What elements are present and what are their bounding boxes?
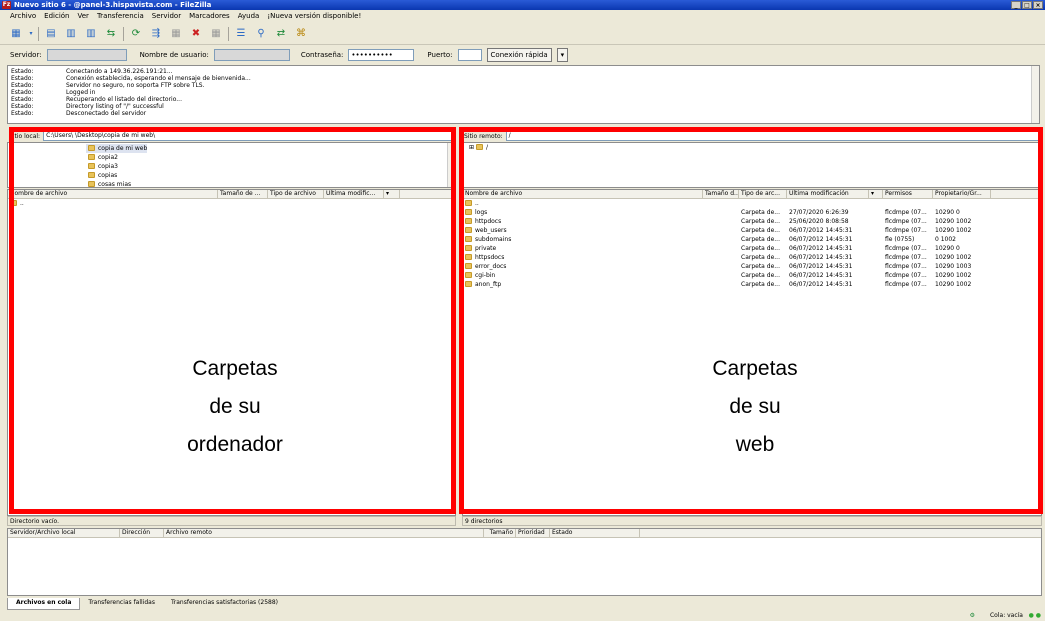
close-button[interactable]: ×: [1033, 1, 1043, 9]
disconnect-icon[interactable]: ✖: [188, 27, 204, 41]
site-manager-icon[interactable]: ▦: [8, 27, 24, 41]
maximize-button[interactable]: □: [1022, 1, 1032, 9]
menu-new-version[interactable]: ¡Nueva versión disponible!: [267, 10, 361, 23]
log-row: Estado: Servidor no seguro, no soporta FT…: [11, 82, 205, 89]
log-row: Estado: Logged in: [11, 89, 96, 96]
toggle-log-icon[interactable]: ▤: [43, 27, 59, 41]
cancel-icon[interactable]: ▦: [168, 27, 184, 41]
menu-ayuda[interactable]: Ayuda: [238, 10, 260, 23]
refresh-icon[interactable]: ⟳: [128, 27, 144, 41]
window-controls: _ □ ×: [1011, 1, 1043, 9]
menu-ver[interactable]: Ver: [78, 10, 89, 23]
port-label: Puerto:: [427, 51, 453, 59]
log-row: Estado: Conexión establecida, esperando e…: [11, 75, 251, 82]
server-label: Servidor:: [10, 51, 42, 59]
annotation-text-remote: Carpetas de su web: [712, 357, 798, 456]
log-scrollbar[interactable]: [1031, 66, 1039, 123]
quickconnect-dropdown-button[interactable]: ▾: [556, 48, 569, 62]
tab-failed[interactable]: Transferencias fallidas: [80, 598, 163, 610]
tab-queued[interactable]: Archivos en cola: [7, 598, 81, 610]
menu-edicion[interactable]: Edición: [44, 10, 69, 23]
queue-list: Servidor/Archivo local Dirección Archivo…: [7, 528, 1042, 596]
process-queue-icon[interactable]: ⇶: [148, 27, 164, 41]
binoculars-icon[interactable]: ⌘: [293, 27, 309, 41]
menu-transferencia[interactable]: Transferencia: [97, 10, 144, 23]
quickconnect-button[interactable]: Conexión rápida: [486, 48, 552, 62]
log-row: Estado: Directory listing of "/" successf…: [11, 103, 164, 110]
title-bar: Fz Nuevo sitio 6 - @panel-3.hispavista.c…: [0, 0, 1045, 10]
filezilla-logo-icon: Fz: [2, 1, 11, 9]
sync-browsing-icon[interactable]: ⇄: [273, 27, 289, 41]
toggle-remote-tree-icon[interactable]: ▥: [83, 27, 99, 41]
username-input[interactable]: [213, 49, 290, 61]
col-remote[interactable]: Archivo remoto: [164, 529, 484, 537]
password-input[interactable]: ••••••••••: [348, 49, 415, 61]
site-manager-dropdown-icon[interactable]: ▾: [28, 27, 34, 41]
log-row: Estado: Recuperando el listado del direct…: [11, 96, 182, 103]
server-input[interactable]: [46, 49, 127, 61]
queue-status: Cola: vacía: [989, 612, 1023, 619]
menu-bar: Archivo Edición Ver Transferencia Servid…: [0, 10, 1045, 23]
log-row: Estado: Conectando a 149.36.226.191:21...: [11, 68, 173, 75]
quickconnect-bar: Servidor: Nombre de usuario: Contraseña:…: [0, 46, 1045, 64]
search-icon[interactable]: ⚲: [253, 27, 269, 41]
toolbar-separator: [228, 26, 229, 41]
col-priority[interactable]: Prioridad: [516, 529, 550, 537]
annotation-text-local: Carpetas de su ordenador: [187, 357, 283, 456]
status-bar: ⚙ Cola: vacía ● ●: [0, 611, 1045, 621]
window-title: Nuevo sitio 6 - @panel-3.hispavista.com …: [14, 1, 212, 9]
filter-icon[interactable]: ☰: [233, 27, 249, 41]
col-size[interactable]: Tamaño: [484, 529, 516, 537]
minimize-button[interactable]: _: [1011, 1, 1021, 9]
toggle-local-tree-icon[interactable]: ▥: [63, 27, 79, 41]
col-status[interactable]: Estado: [550, 529, 640, 537]
username-label: Nombre de usuario:: [139, 51, 209, 59]
queue-columns: Servidor/Archivo local Dirección Archivo…: [8, 529, 1041, 538]
menu-archivo[interactable]: Archivo: [10, 10, 36, 23]
menu-marcadores[interactable]: Marcadores: [189, 10, 230, 23]
menu-servidor[interactable]: Servidor: [152, 10, 181, 23]
password-label: Contraseña:: [300, 51, 344, 59]
toggle-queue-icon[interactable]: ⇆: [103, 27, 119, 41]
reconnect-icon[interactable]: ▦: [208, 27, 224, 41]
toolbar-separator: [123, 26, 124, 41]
toolbar: ▦ ▾ ▤ ▥ ▥ ⇆ ⟳ ⇶ ▦ ✖ ▦ ☰ ⚲ ⇄ ⌘: [0, 23, 1045, 45]
message-log: Estado: Conectando a 149.36.226.191:21...…: [7, 65, 1040, 124]
col-direction[interactable]: Dirección: [120, 529, 164, 537]
remote-status: 9 directorios: [462, 516, 1042, 526]
port-input[interactable]: [457, 49, 482, 61]
queue-status-icon: ⚙: [969, 612, 975, 619]
activity-indicator-icon: ● ●: [1028, 612, 1041, 619]
queue-tabs: Archivos en cola Transferencias fallidas…: [7, 598, 286, 610]
tab-successful[interactable]: Transferencias satisfactorias (2588): [163, 598, 286, 610]
toolbar-separator: [38, 26, 39, 41]
local-status: Directorio vacío.: [7, 516, 456, 526]
log-row: Estado: Desconectado del servidor: [11, 110, 147, 117]
col-local[interactable]: Servidor/Archivo local: [8, 529, 120, 537]
